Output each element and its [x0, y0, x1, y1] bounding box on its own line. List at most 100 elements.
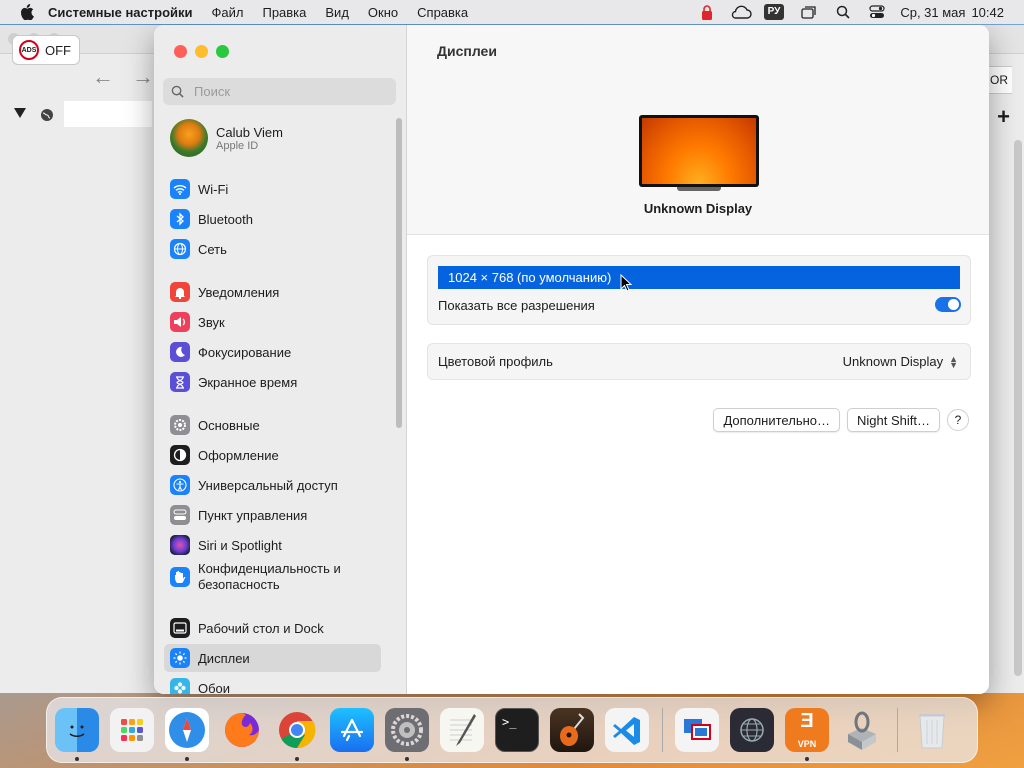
user-subtitle: Apple ID — [216, 139, 259, 152]
menu-window[interactable]: Окно — [368, 5, 398, 20]
sidebar-item-displays[interactable]: Дисплеи — [164, 644, 381, 672]
display-buttons: Дополнительно… Night Shift… ? — [713, 408, 969, 432]
menu-file[interactable]: Файл — [212, 5, 244, 20]
spotlight-search-icon[interactable] — [832, 4, 854, 20]
adblock-toggle-button[interactable]: ADS OFF — [12, 35, 80, 65]
textedit-icon[interactable] — [440, 708, 484, 752]
page-title: Дисплеи — [437, 43, 497, 59]
sidebar-item-bluetooth[interactable]: Bluetooth — [164, 205, 381, 233]
sidebar-item-label: Пункт управления — [198, 507, 308, 523]
wifi-icon — [170, 179, 190, 199]
avatar — [170, 119, 208, 157]
sidebar-item-notifications[interactable]: Уведомления — [164, 278, 381, 306]
sidebar-item-label: Оформление — [198, 447, 279, 463]
input-language-indicator[interactable]: РУ — [763, 4, 785, 20]
monitor-icon[interactable] — [639, 115, 759, 191]
sidebar-item-label: Siri и Spotlight — [198, 537, 282, 553]
sidebar-item-desktop-dock[interactable]: Рабочий стол и Dock — [164, 614, 381, 642]
new-tab-plus-icon[interactable]: + — [997, 104, 1010, 130]
dock-separator — [897, 708, 898, 752]
help-button[interactable]: ? — [947, 409, 969, 431]
installer-icon[interactable] — [840, 708, 884, 752]
zoom-button[interactable] — [216, 45, 229, 58]
sidebar-item-control-center[interactable]: Пункт управления — [164, 501, 381, 529]
search-icon — [171, 85, 184, 98]
resolution-label: 1024 × 768 (по умолчанию) — [448, 270, 612, 285]
sidebar-item-wifi[interactable]: Wi-Fi — [164, 175, 381, 203]
window-stack-icon[interactable] — [798, 4, 820, 20]
window-controls — [174, 45, 229, 58]
sidebar-item-label: Wi-Fi — [198, 181, 229, 197]
color-profile-popup[interactable]: Unknown Display ▲ ▼ — [843, 354, 958, 369]
siri-icon — [170, 535, 190, 555]
flower-icon — [170, 678, 190, 694]
network-icon[interactable] — [730, 708, 774, 752]
show-all-resolutions-toggle[interactable] — [935, 297, 961, 312]
menu-view[interactable]: Вид — [325, 5, 349, 20]
user-name: Calub Viem — [216, 124, 283, 140]
search-field[interactable] — [163, 78, 396, 105]
chrome-icon[interactable] — [275, 708, 319, 761]
launchpad-icon[interactable] — [110, 708, 154, 752]
terminal-icon[interactable]: >_ — [495, 708, 539, 752]
safari-icon[interactable] — [165, 708, 209, 761]
cloud-icon[interactable] — [730, 4, 752, 20]
parallels-icon[interactable] — [675, 708, 719, 752]
sidebar-item-label: Рабочий стол и Dock — [198, 620, 324, 636]
system-settings-window: Calub Viem Apple ID Wi-Fi Bluetooth Сеть — [154, 25, 989, 694]
search-input[interactable] — [192, 83, 386, 100]
browser-scrollbar[interactable] — [1014, 140, 1022, 676]
night-shift-button[interactable]: Night Shift… — [847, 408, 940, 432]
close-button[interactable] — [174, 45, 187, 58]
control-center-icon[interactable] — [866, 4, 888, 20]
sidebar-item-label: Дисплеи — [198, 650, 250, 666]
minimize-button[interactable] — [195, 45, 208, 58]
sidebar-item-accessibility[interactable]: Универсальный доступ — [164, 471, 381, 499]
apple-id-user[interactable]: Calub Viem Apple ID — [170, 119, 283, 157]
sidebar-item-label: Уведомления — [198, 284, 280, 300]
sidebar-item-general[interactable]: Основные — [164, 411, 381, 439]
back-arrow-icon[interactable]: ← — [92, 64, 114, 90]
garageband-icon[interactable] — [550, 708, 594, 752]
sidebar-item-wallpaper[interactable]: Обои — [164, 674, 381, 694]
sidebar-item-network[interactable]: Сеть — [164, 235, 381, 263]
firefox-icon[interactable] — [220, 708, 264, 752]
sidebar-item-label: Звук — [198, 314, 225, 330]
system-settings-icon[interactable] — [385, 708, 429, 761]
hand-icon — [170, 567, 190, 587]
trash-icon[interactable] — [910, 708, 954, 752]
dock-separator — [662, 708, 663, 752]
sidebar-item-sound[interactable]: Звук — [164, 308, 381, 336]
bell-icon — [170, 282, 190, 302]
finder-icon[interactable] — [55, 708, 99, 761]
sidebar-item-privacy-security[interactable]: Конфиденциальность и безопасность — [164, 558, 381, 596]
sidebar-item-label: Обои — [198, 680, 231, 695]
sidebar-item-label: Фокусирование — [198, 344, 292, 360]
app-store-icon[interactable] — [330, 708, 374, 752]
menubar-time[interactable]: 10:42 — [971, 5, 1004, 20]
sidebar-item-label: Конфиденциальность и безопасность — [198, 561, 341, 592]
sidebar-item-appearance[interactable]: Оформление — [164, 441, 381, 469]
browser-url-field[interactable] — [64, 101, 152, 127]
forward-arrow-icon[interactable]: → — [132, 64, 154, 90]
sidebar-item-label: Универсальный доступ — [198, 477, 338, 493]
disclosure-triangle-icon[interactable] — [14, 108, 26, 118]
settings-sidebar: Calub Viem Apple ID Wi-Fi Bluetooth Сеть — [154, 25, 407, 694]
vpn-icon[interactable]: Ǝ VPN — [785, 708, 829, 761]
apple-icon[interactable] — [20, 4, 34, 20]
menu-edit[interactable]: Правка — [262, 5, 306, 20]
browser-right-button[interactable]: OR — [985, 66, 1012, 94]
resolution-group: 1024 × 768 (по умолчанию) Показать все р… — [427, 255, 971, 325]
sidebar-scrollbar[interactable] — [396, 118, 402, 428]
lock-icon[interactable] — [696, 4, 718, 20]
resolution-option-selected[interactable]: 1024 × 768 (по умолчанию) — [438, 266, 960, 289]
menubar-date[interactable]: Ср, 31 мая — [900, 5, 965, 20]
vscode-icon[interactable] — [605, 708, 649, 752]
menu-help[interactable]: Справка — [417, 5, 468, 20]
sidebar-item-screen-time[interactable]: Экранное время — [164, 368, 381, 396]
advanced-button[interactable]: Дополнительно… — [713, 408, 841, 432]
sidebar-item-focus[interactable]: Фокусирование — [164, 338, 381, 366]
sidebar-item-label: Bluetooth — [198, 211, 253, 227]
sidebar-item-siri-spotlight[interactable]: Siri и Spotlight — [164, 531, 381, 559]
menu-app-name[interactable]: Системные настройки — [48, 5, 193, 20]
